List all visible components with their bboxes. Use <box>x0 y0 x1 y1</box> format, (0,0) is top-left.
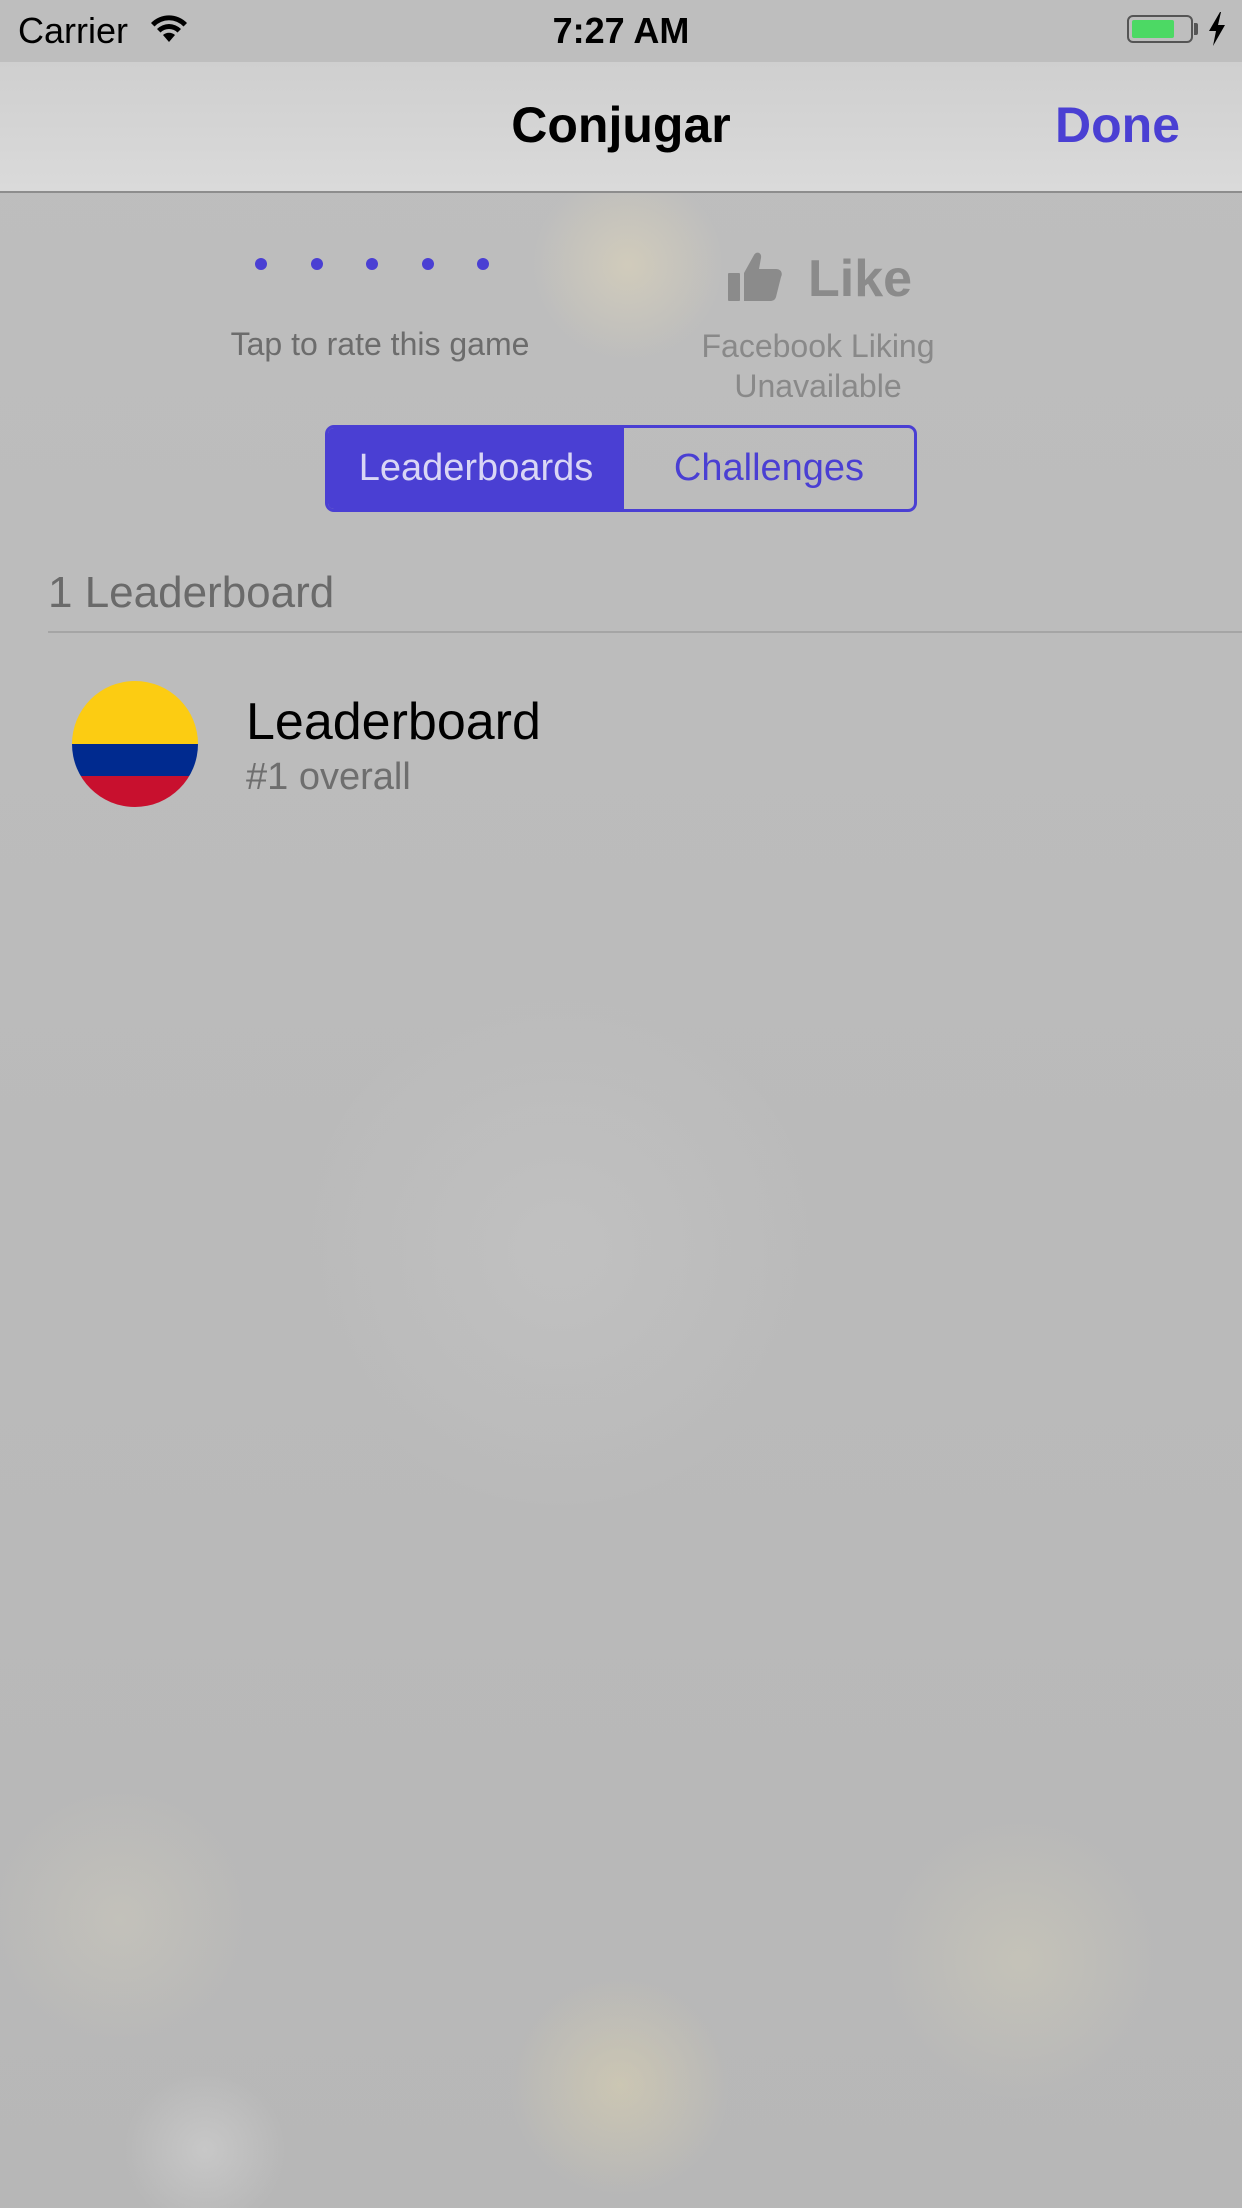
rating-dot[interactable] <box>255 258 267 270</box>
tab-leaderboards[interactable]: Leaderboards <box>328 428 624 509</box>
navigation-bar: Conjugar Done <box>0 62 1242 193</box>
facebook-status-line2: Unavailable <box>734 368 902 404</box>
rating-dot[interactable] <box>477 258 489 270</box>
divider <box>48 631 1242 633</box>
rating-dot[interactable] <box>366 258 378 270</box>
facebook-status-label: Facebook Liking Unavailable <box>680 326 956 406</box>
list-item[interactable]: Leaderboard #1 overall <box>0 660 1242 820</box>
colombia-flag-icon <box>72 681 198 807</box>
done-button[interactable]: Done <box>1055 96 1180 154</box>
battery-icon <box>1127 15 1193 43</box>
rating-stars[interactable] <box>255 258 505 282</box>
leaderboard-title: Leaderboard <box>246 693 541 751</box>
status-bar: Carrier 7:27 AM <box>0 0 1242 62</box>
segmented-control: Leaderboards Challenges <box>325 425 917 512</box>
flag-stripe-red <box>72 776 198 807</box>
rating-dot[interactable] <box>310 258 323 270</box>
rating-dot[interactable] <box>421 258 434 270</box>
facebook-status-line1: Facebook Liking <box>701 328 935 364</box>
section-header: 1 Leaderboard <box>48 568 335 617</box>
charging-bolt-icon <box>1209 12 1225 46</box>
tab-challenges[interactable]: Challenges <box>624 428 914 509</box>
thumbs-up-icon <box>728 252 782 301</box>
battery-level <box>1132 20 1174 38</box>
clock: 7:27 AM <box>552 10 690 51</box>
flag-stripe-yellow <box>72 681 198 744</box>
like-label: Like <box>808 250 913 308</box>
rate-game-label: Tap to rate this game <box>230 326 530 362</box>
flag-stripe-blue <box>72 744 198 776</box>
leaderboard-rank: #1 overall <box>246 756 411 798</box>
battery-tip <box>1194 23 1198 35</box>
